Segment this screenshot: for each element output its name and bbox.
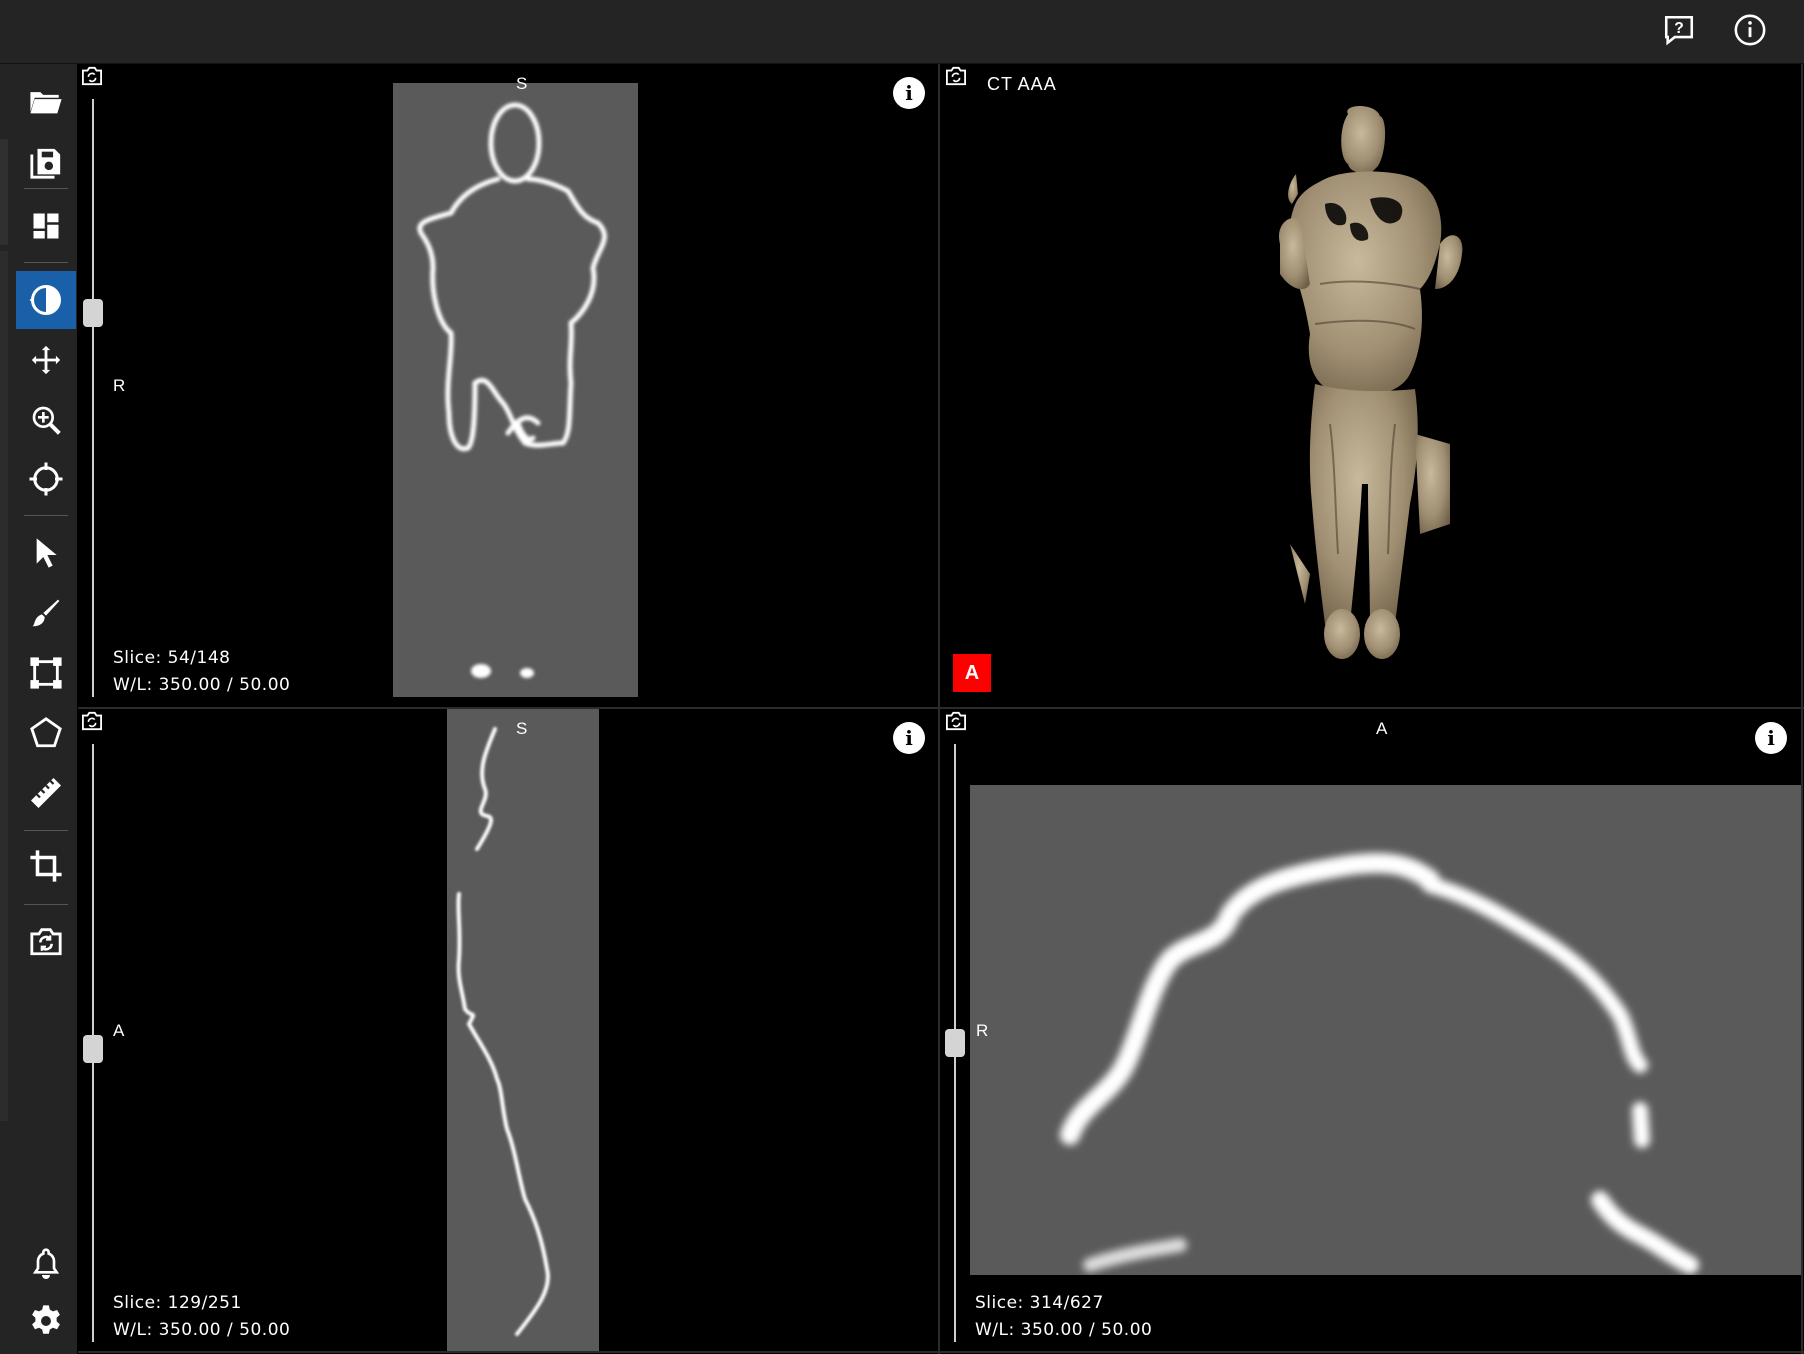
slice-info: Slice: 314/627 W/L: 350.00 / 50.00: [975, 1290, 1152, 1344]
screenshot-icon[interactable]: [945, 66, 967, 86]
window-level: W/L: 350.00 / 50.00: [113, 675, 291, 695]
notifications-icon[interactable]: [16, 1234, 76, 1292]
slice-counter: Slice: 54/148: [113, 648, 231, 668]
top-bar: ?: [0, 0, 1804, 64]
volume-render-viewport[interactable]: CT AAA A: [940, 64, 1801, 707]
slice-counter: Slice: 314/627: [975, 1293, 1104, 1313]
pan-icon[interactable]: [16, 331, 76, 389]
screenshot-icon[interactable]: [945, 711, 967, 731]
slice-slider-track[interactable]: [92, 99, 94, 697]
layout-icon[interactable]: [16, 197, 76, 255]
coronal-viewport[interactable]: S R i Slice: 54/148 W/L: 350.00 / 50.00: [78, 64, 938, 707]
screenshot-icon[interactable]: [81, 66, 103, 86]
viewport-border: [1801, 64, 1803, 1354]
separator: [24, 188, 68, 189]
select-icon[interactable]: [16, 524, 76, 582]
axial-viewport[interactable]: A R i Slice: 314/627 W/L: 350.00 / 50.00: [940, 709, 1801, 1351]
slice-counter: Slice: 129/251: [113, 1293, 242, 1313]
orientation-marker-left: A: [113, 1021, 125, 1040]
open-folder-icon[interactable]: [16, 73, 76, 131]
sagittal-image: [447, 709, 599, 1351]
help-feedback-icon[interactable]: ?: [1659, 10, 1699, 50]
viewport-info-button[interactable]: i: [893, 722, 925, 754]
orientation-marker-top: S: [516, 719, 528, 738]
crop-icon[interactable]: [16, 837, 76, 895]
sidebar-edge: [0, 251, 8, 1121]
settings-icon[interactable]: [16, 1292, 76, 1350]
slice-slider-thumb[interactable]: [945, 1029, 965, 1057]
viewport-border: [78, 1351, 1804, 1353]
separator: [24, 830, 68, 831]
slice-slider-thumb[interactable]: [83, 1034, 103, 1063]
series-title: CT AAA: [987, 74, 1057, 94]
sidebar-edge: [0, 139, 8, 245]
separator: [24, 262, 68, 263]
sagittal-viewport[interactable]: S A i Slice: 129/251 W/L: 350.00 / 50.00: [78, 709, 938, 1351]
orientation-badge[interactable]: A: [953, 654, 991, 692]
svg-text:?: ?: [1674, 20, 1684, 37]
axial-image: [970, 785, 1801, 1275]
save-icon[interactable]: [16, 134, 76, 192]
polygon-icon[interactable]: [16, 704, 76, 762]
orientation-marker-left: R: [976, 1021, 989, 1040]
orientation-marker-top: S: [516, 74, 528, 93]
crosshair-icon[interactable]: [16, 450, 76, 508]
brush-icon[interactable]: [16, 584, 76, 642]
orientation-marker-top: A: [1376, 719, 1388, 738]
contrast-icon[interactable]: [16, 271, 76, 329]
ruler-icon[interactable]: [16, 764, 76, 822]
slice-slider-thumb[interactable]: [83, 298, 103, 327]
slice-info: Slice: 129/251 W/L: 350.00 / 50.00: [113, 1290, 290, 1344]
viewport-info-button[interactable]: i: [1755, 722, 1787, 754]
screenshot-icon[interactable]: [81, 711, 103, 731]
coronal-image: [393, 83, 638, 697]
zoom-icon[interactable]: [16, 391, 76, 449]
tool-sidebar: [0, 64, 77, 1354]
info-icon[interactable]: [1730, 10, 1770, 50]
separator: [24, 515, 68, 516]
orientation-marker-left: R: [113, 376, 126, 395]
window-level: W/L: 350.00 / 50.00: [113, 1320, 291, 1340]
separator: [24, 904, 68, 905]
screenshot-icon[interactable]: [16, 912, 76, 970]
volume-render-image: [1279, 106, 1463, 659]
slice-info: Slice: 54/148 W/L: 350.00 / 50.00: [113, 645, 290, 699]
rectangle-roi-icon[interactable]: [16, 644, 76, 702]
viewport-info-button[interactable]: i: [893, 77, 925, 109]
window-level: W/L: 350.00 / 50.00: [975, 1320, 1153, 1340]
